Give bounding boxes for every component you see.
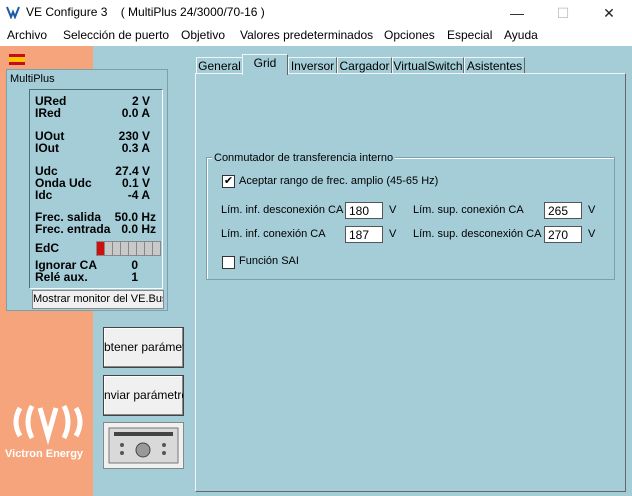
tab-grid[interactable]: Grid [242,54,288,75]
window-title: VE Configure 3 ( MultiPlus 24/3000/70-16… [26,5,265,19]
low-connect-unit: V [389,228,397,240]
tab-general[interactable]: General [196,57,243,74]
wide-frequency-checkbox[interactable]: ✔ [222,175,235,188]
low-disconnect-input[interactable]: 180 [345,202,383,219]
soc-cell [152,241,161,256]
tab-virtualswitch[interactable]: VirtualSwitch [392,57,464,74]
tab-inversor[interactable]: Inversor [288,57,337,74]
reading-label: EdC [35,241,59,255]
maximize-button[interactable]: ☐ [540,0,586,26]
reading-value: -4 A [127,188,150,202]
menu-valores-predeterminados[interactable]: Valores predeterminados [240,28,373,42]
menu-seleccion-puerto[interactable]: Selección de puerto [63,28,169,42]
menu-especial[interactable]: Especial [447,28,492,42]
menu-objetivo[interactable]: Objetivo [181,28,225,42]
high-disconnect-unit: V [588,228,596,240]
reading-label: Relé aux. [35,270,88,284]
tab-cargador[interactable]: Cargador [337,57,392,74]
low-connect-label: Lím. inf. conexión CA [221,228,326,240]
show-vebus-monitor-button[interactable]: Mostrar monitor del VE.Bus [32,290,164,309]
send-parameters-button[interactable]: nviar parámetro [103,375,184,416]
reading-value: 0.3 A [121,141,150,155]
title-bar: VE Configure 3 ( MultiPlus 24/3000/70-16… [0,0,632,26]
high-disconnect-label: Lím. sup. desconexión CA [413,228,542,240]
low-connect-input[interactable]: 187 [345,226,383,243]
reading-value: 1 [131,270,138,284]
remote-panel-icon [108,427,179,464]
reading-value: 0.0 A [121,106,150,120]
grid-tab-page [195,73,626,492]
close-button[interactable]: ✕ [586,0,632,26]
menu-opciones[interactable]: Opciones [384,28,435,42]
spain-flag-icon[interactable] [9,54,25,65]
low-disconnect-label: Lím. inf. desconexión CA [221,204,344,216]
high-connect-unit: V [588,204,596,216]
menu-archivo[interactable]: Archivo [7,28,47,42]
menu-bar: Archivo Selección de puerto Objetivo Val… [0,26,632,46]
menu-ayuda[interactable]: Ayuda [504,28,538,42]
ups-function-label: Función SAI [239,255,299,267]
tab-asistentes[interactable]: Asistentes [464,57,525,74]
app-icon [6,6,20,19]
high-connect-label: Lím. sup. conexión CA [413,204,524,216]
reading-label: IOut [35,141,59,155]
reading-value: 0.0 Hz [121,222,156,236]
wide-frequency-label: Aceptar rango de frec. amplio (45-65 Hz) [239,175,439,187]
reading-label: IRed [35,106,62,120]
monitor-title: MultiPlus [10,73,55,85]
remote-panel-button[interactable] [103,422,184,469]
low-disconnect-unit: V [389,204,397,216]
minimize-button[interactable]: — [494,0,540,26]
high-connect-input[interactable]: 265 [544,202,582,219]
get-parameters-button[interactable]: btener parámetr [103,327,184,368]
state-of-charge-bar [96,241,161,256]
high-disconnect-input[interactable]: 270 [544,226,582,243]
ups-function-checkbox[interactable] [222,256,235,269]
reading-label: Idc [35,188,53,202]
victron-energy-logo-text: Victron Energy [5,448,84,460]
group-title: Conmutador de transferencia interno [212,152,396,164]
